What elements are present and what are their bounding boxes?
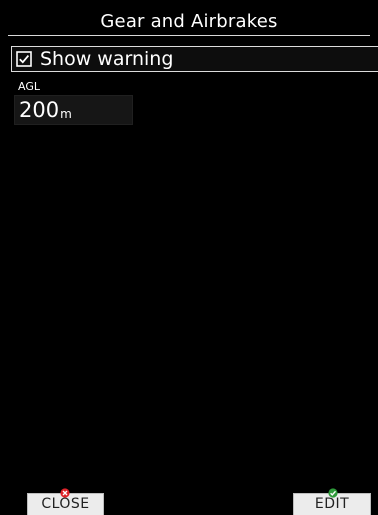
checkbox-checked-icon: [16, 51, 32, 67]
agl-label: AGL: [18, 80, 40, 93]
agl-input[interactable]: 200 m: [14, 95, 133, 125]
show-warning-label: Show warning: [40, 47, 174, 70]
agl-value: 200: [19, 98, 60, 122]
close-x-icon: [60, 488, 70, 498]
close-button[interactable]: CLOSE: [27, 488, 104, 515]
check-icon: [328, 488, 338, 498]
edit-button-label: EDIT: [314, 496, 350, 512]
page-title: Gear and Airbrakes: [100, 10, 278, 32]
edit-button[interactable]: EDIT: [293, 488, 371, 515]
agl-unit: m: [60, 107, 72, 121]
title-bar: Gear and Airbrakes: [8, 7, 370, 36]
close-button-label: CLOSE: [41, 496, 90, 512]
show-warning-checkbox[interactable]: Show warning: [11, 46, 378, 72]
